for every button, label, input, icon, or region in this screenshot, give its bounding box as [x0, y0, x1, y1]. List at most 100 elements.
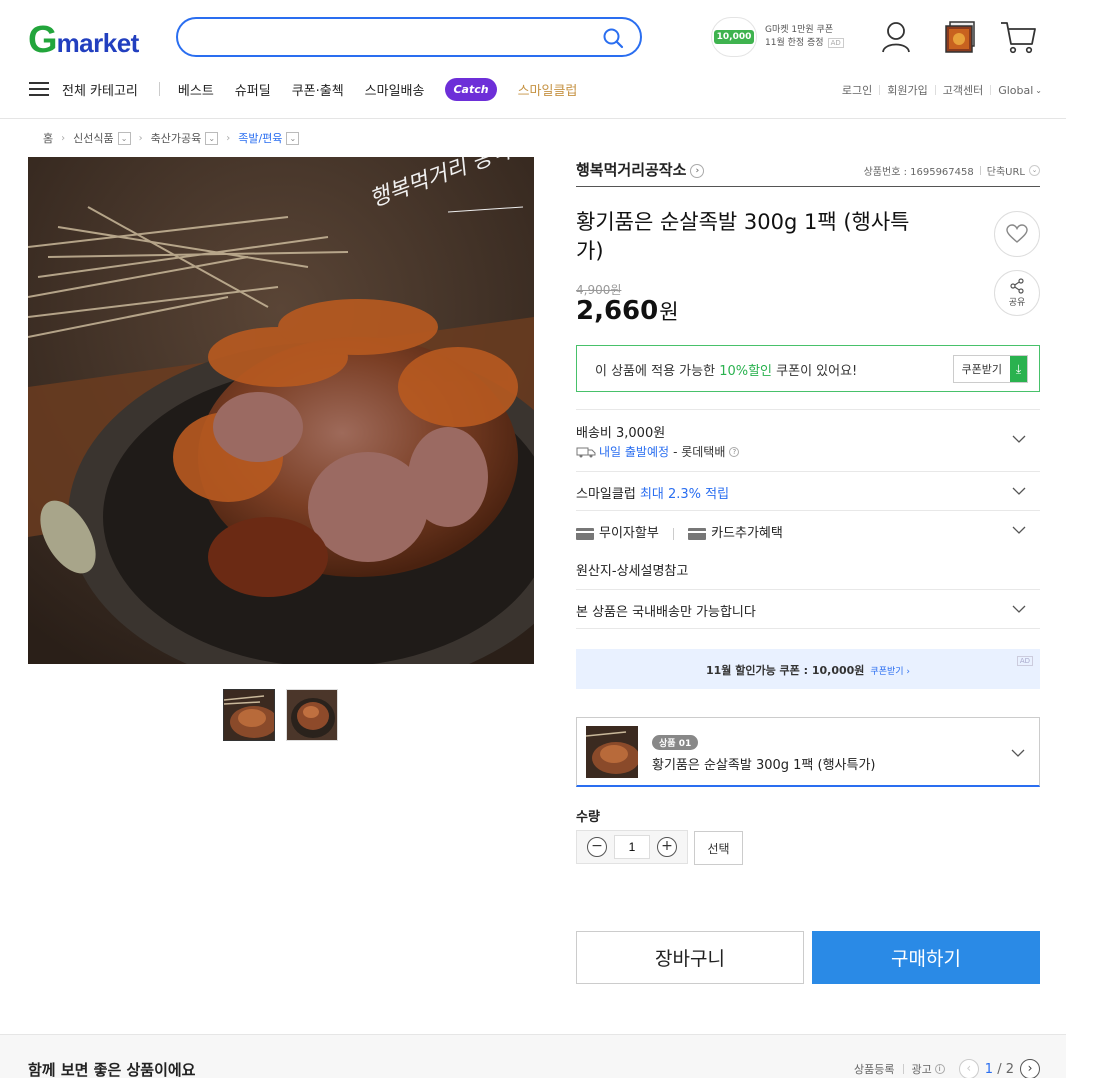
coupon-message-post: 쿠폰이 있어요! [776, 364, 858, 379]
nav-item-superdeal[interactable]: 슈퍼딜 [235, 80, 271, 99]
chevron-down-icon [1011, 749, 1025, 757]
chevron-right-icon: › [138, 132, 143, 144]
help-icon[interactable]: ? [729, 446, 740, 457]
option-selector[interactable]: 상품 01 황기품은 순살족발 300g 1팩 (행사특가) [576, 717, 1040, 787]
jokbal-photo: 행복먹거리 공작소 [28, 157, 534, 664]
smileclub-row[interactable]: 스마일클럽 최대 2.3% 적립 [576, 471, 1040, 510]
coupon-download-label: 쿠폰받기 [961, 363, 1002, 376]
ad-banner-link[interactable]: 쿠폰받기 › [870, 667, 910, 677]
main-nav: 전체 카테고리 베스트 슈퍼딜 쿠폰·출첵 스마일배송 Catch 스마일클럽 [28, 76, 598, 102]
chevron-down-icon [1012, 526, 1026, 534]
nav-item-catch[interactable]: Catch [445, 77, 497, 101]
coupon-promo-line1: G마켓 1만원 쿠폰 [765, 25, 834, 35]
customer-center-link[interactable]: 고객센터 [943, 82, 983, 98]
user-icon[interactable] [880, 20, 912, 54]
breadcrumb-fresh-food[interactable]: 신선식품 [73, 130, 113, 146]
search-input[interactable] [196, 27, 596, 47]
quantity-stepper: − + [576, 830, 688, 864]
dropdown-icon[interactable]: ⌄ [117, 131, 131, 145]
signup-link[interactable]: 회원가입 [887, 82, 927, 98]
chevron-down-icon [1012, 487, 1026, 495]
gmarket-logo[interactable]: G market [28, 20, 139, 60]
breadcrumb-home[interactable]: 홈 [43, 130, 53, 146]
smileclub-benefit: 최대 2.3% 적립 [639, 487, 730, 502]
page-indicator: 1 / 2 [985, 1062, 1014, 1077]
seller-name: 행복먹거리공작소 [576, 161, 687, 179]
info-icon[interactable]: i [934, 1064, 945, 1074]
coupon-ad-banner[interactable]: 11월 할인가능 쿠폰 : 10,000원 쿠폰받기 › AD [576, 649, 1040, 689]
search-bar[interactable] [176, 17, 642, 57]
ad-badge: AD [1016, 656, 1033, 666]
product-number: 상품번호 : 1695967458 [863, 167, 974, 178]
decrease-button[interactable]: − [587, 837, 607, 857]
chevron-down-icon[interactable]: ⌄ [1029, 165, 1040, 176]
chevron-down-icon: ⌄ [1035, 85, 1042, 95]
recent-viewed-icon[interactable] [944, 20, 976, 54]
thumbnail-2[interactable] [286, 689, 338, 741]
coupon-download-button[interactable]: 쿠폰받기 ⤓ [952, 355, 1028, 383]
payment-benefit-row[interactable]: 무이자할부 카드추가혜택 [576, 510, 1040, 549]
dropdown-icon[interactable]: ⌄ [286, 131, 300, 145]
thumbnail-image [287, 690, 337, 740]
coupon-message: 이 상품에 적용 가능한 10%할인 쿠폰이 있어요! [595, 360, 857, 379]
product-register-link[interactable]: 상품등록 [854, 1061, 894, 1077]
option-name: 황기품은 순살족발 300g 1팩 (행사특가) [652, 758, 876, 773]
coupon-discount-highlight: 10%할인 [719, 364, 773, 379]
domestic-shipping-row[interactable]: 본 상품은 국내배송만 가능합니다 [576, 589, 1040, 629]
chevron-down-icon [1012, 605, 1026, 613]
nav-all-categories[interactable]: 전체 카테고리 [62, 80, 138, 99]
option-thumbnail [586, 726, 638, 778]
product-title: 황기품은 순살족발 300g 1팩 (행사특가) [576, 210, 910, 263]
seller-bar: 행복먹거리공작소 › 상품번호 : 1695967458 단축URL ⌄ [576, 157, 1040, 187]
coupon-box: 이 상품에 적용 가능한 10%할인 쿠폰이 있어요! 쿠폰받기 ⤓ [576, 345, 1040, 392]
thumbnail-1[interactable] [223, 689, 275, 741]
ad-badge: AD [827, 38, 844, 48]
coupon-promo-amount: 10,000 [713, 30, 755, 44]
ad-banner-coupon-text: 11월 할인가능 쿠폰 : 10,000원 [705, 664, 865, 677]
nav-item-smile-delivery[interactable]: 스마일배송 [365, 80, 425, 99]
dropdown-icon[interactable]: ⌄ [205, 131, 219, 145]
quantity-input[interactable] [614, 835, 650, 859]
seller-name-link[interactable]: 행복먹거리공작소 › [576, 159, 705, 180]
shipping-schedule: 내일 출발예정 - 롯데택배 ? [576, 443, 740, 460]
login-link[interactable]: 로그인 [842, 82, 872, 98]
short-url-button[interactable]: 단축URL [987, 163, 1025, 178]
coupon-promo-line2: 11월 한정 증정 [765, 38, 824, 48]
increase-button[interactable]: + [657, 837, 677, 857]
hamburger-menu-icon[interactable] [28, 80, 50, 98]
buy-now-button[interactable]: 구매하기 [812, 931, 1040, 984]
next-page-button[interactable]: › [1020, 1059, 1040, 1078]
prev-page-button[interactable]: ‹ [958, 1059, 979, 1078]
chevron-right-icon: › [61, 132, 66, 144]
download-icon: ⤓ [1010, 356, 1027, 382]
thumbnail-image [586, 726, 638, 778]
price-value: 2,660 [576, 296, 659, 326]
breadcrumb-jokbal[interactable]: 족발/편육 [238, 130, 282, 146]
search-icon[interactable] [602, 27, 624, 49]
shipping-carrier: - 롯데택배 [673, 445, 726, 459]
wishlist-button[interactable] [994, 211, 1040, 257]
nav-item-coupon[interactable]: 쿠폰·출첵 [292, 80, 344, 99]
current-page: 1 [984, 1061, 994, 1077]
recommendation-section: 함께 보면 좋은 상품이에요 상품등록 광고 i ‹ 1 / 2 › [0, 1034, 1066, 1078]
nav-item-best[interactable]: 베스트 [178, 80, 214, 99]
share-button[interactable]: 공유 [994, 270, 1040, 316]
cart-icon[interactable] [999, 18, 1037, 56]
domestic-text: 본 상품은 국내배송만 가능합니다 [576, 605, 756, 620]
shipping-row[interactable]: 배송비 3,000원 내일 출발예정 - 롯데택배 ? [576, 409, 1040, 471]
nav-divider [158, 82, 160, 96]
select-button[interactable]: 선택 [694, 831, 743, 865]
breadcrumb-processed-meat[interactable]: 축산가공육 [151, 130, 202, 146]
coupon-promo-banner[interactable]: 10,000 G마켓 1만원 쿠폰 11월 한정 증정 AD [711, 17, 851, 57]
shipping-fee: 배송비 3,000원 [576, 426, 666, 441]
nav-item-smileclub[interactable]: 스마일클럽 [518, 80, 578, 99]
share-icon [1010, 278, 1024, 294]
truck-icon [576, 447, 596, 457]
ad-label: 광고 [911, 1063, 932, 1076]
product-main-image[interactable]: 행복먹거리 공작소 [28, 157, 534, 664]
credit-card-icon [576, 527, 594, 540]
add-to-cart-button[interactable]: 장바구니 [576, 931, 804, 984]
global-link[interactable]: Global [998, 84, 1033, 97]
coupon-promo-text: G마켓 1만원 쿠폰 11월 한정 증정 AD [765, 24, 844, 50]
header-divider [0, 118, 1066, 119]
